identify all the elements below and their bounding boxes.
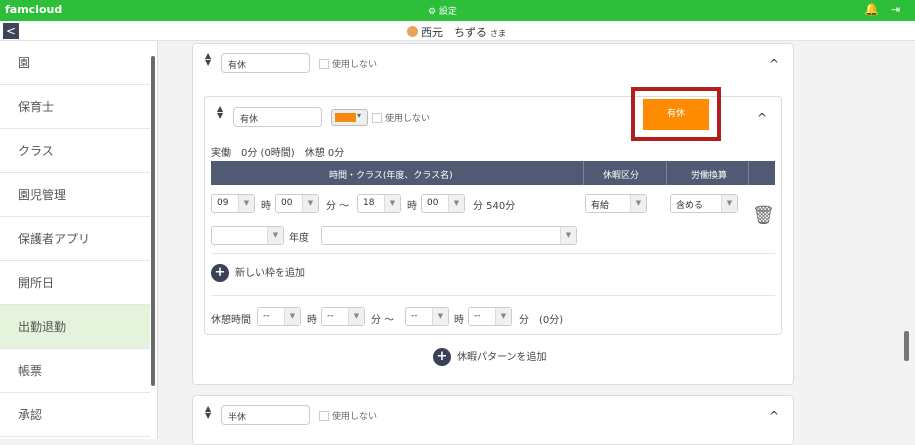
user-honorific: さま <box>490 29 506 38</box>
sidebar-item-reports[interactable]: 帳票 <box>0 349 150 393</box>
sidebar-item-en[interactable]: 園 <box>0 41 150 85</box>
add-slot-button[interactable]: + 新しい枠を追加 <box>211 264 305 282</box>
reorder-arrows-icon[interactable]: ▲ ▼ <box>205 405 211 420</box>
hour-unit: 時 <box>454 315 464 326</box>
hour-unit: 時 <box>261 201 271 212</box>
reorder-arrows-icon[interactable]: ▲ ▼ <box>217 105 223 120</box>
sidebar-item-attendance[interactable]: 出勤退勤 <box>0 305 150 349</box>
start-minute-select[interactable]: 00 ▼ <box>275 194 319 213</box>
trash-icon[interactable]: 🗑 <box>752 205 775 226</box>
pattern-row-3: ▲ ▼ 半休 使用しない ^ <box>192 395 794 445</box>
break-start-hour-select[interactable]: -- ▼ <box>257 307 301 326</box>
chevron-down-icon: ▼ <box>495 308 511 325</box>
brand-logo: famcloud <box>5 3 63 16</box>
user-name: 西元 ちずる <box>421 26 487 39</box>
class-select[interactable]: ▼ <box>321 226 577 245</box>
table-header: 時間・クラス(年度、クラス名) 休暇区分 労働換算 <box>211 161 775 185</box>
unused-checkbox[interactable]: 使用しない <box>372 111 430 124</box>
avatar <box>407 26 418 37</box>
break-total: 分 (0分) <box>519 315 564 326</box>
plus-icon: + <box>433 348 451 366</box>
chevron-down-icon: ▼ <box>348 308 364 325</box>
chevron-down-icon: ▼ <box>384 195 400 212</box>
page-scrollbar[interactable] <box>903 41 915 439</box>
sidebar-scrollbar[interactable] <box>150 44 156 429</box>
chevron-down-icon: ▼ <box>560 227 576 244</box>
sidebar-scroll-thumb[interactable] <box>151 56 155 386</box>
sidebar-item-staff[interactable]: 保育士 <box>0 85 150 129</box>
color-select[interactable]: ▾ <box>331 109 368 126</box>
chevron-up-icon[interactable]: ^ <box>769 57 779 71</box>
chevron-down-icon: ▼ <box>432 308 448 325</box>
duration-text: 分 540分 <box>473 201 516 212</box>
break-end-minute-select[interactable]: -- ▼ <box>468 307 512 326</box>
sidebar: 園 保育士 クラス 園児管理 保護者アプリ 開所日 出勤退勤 帳票 承認 <box>0 41 158 439</box>
unused-checkbox[interactable]: 使用しない <box>319 409 377 422</box>
pattern-list-panel: ▲ ▼ 有休 使用しない ^ ▲ ▼ 有休 ▾ 使用しない 有休 ^ 実働 0分 (… <box>192 43 794 385</box>
top-bar: famcloud ⚙ 設定 🔔 ⇥ <box>0 0 915 21</box>
work-summary: 実働 0分 (0時間) 休憩 0分 <box>211 148 345 159</box>
pattern-name-input[interactable]: 有休 <box>233 107 322 127</box>
sidebar-item-class[interactable]: クラス <box>0 129 150 173</box>
range-separator: 分 〜 <box>371 315 395 326</box>
end-minute-select[interactable]: 00 ▼ <box>421 194 465 213</box>
unused-checkbox[interactable]: 使用しない <box>319 57 377 70</box>
range-separator: 分 〜 <box>326 201 350 212</box>
chevron-down-icon: ▾ <box>357 111 362 120</box>
pattern-detail-card: ▲ ▼ 有休 ▾ 使用しない 有休 ^ 実働 0分 (0時間) 休憩 0分 時間・… <box>204 87 782 335</box>
sidebar-item-children[interactable]: 園児管理 <box>0 173 150 217</box>
col-time-class: 時間・クラス(年度、クラス名) <box>329 171 453 181</box>
chevron-up-icon[interactable]: ^ <box>769 409 779 423</box>
color-swatch <box>335 113 356 122</box>
break-label: 休憩時間 <box>211 315 251 326</box>
unused-label: 使用しない <box>332 60 378 70</box>
current-user: 西元 ちずる さま <box>407 24 506 40</box>
chevron-down-icon: ▼ <box>284 308 300 325</box>
col-labor-conversion: 労働換算 <box>691 171 728 181</box>
sub-header: < 西元 ちずる さま <box>0 21 915 41</box>
chevron-down-icon: ▼ <box>721 195 737 212</box>
page-scroll-thumb[interactable] <box>904 331 909 361</box>
main-content: ▲ ▼ 有休 使用しない ^ ▲ ▼ 有休 ▾ 使用しない 有休 ^ 実働 0分 (… <box>158 41 905 445</box>
hour-unit: 時 <box>307 315 317 326</box>
back-button[interactable]: < <box>3 23 19 39</box>
year-select[interactable]: ▼ <box>211 226 284 245</box>
labor-conversion-select[interactable]: 含める ▼ <box>670 194 738 213</box>
unused-label: 使用しない <box>385 114 431 124</box>
chevron-up-icon[interactable]: ^ <box>757 111 767 125</box>
chevron-down-icon: ▼ <box>302 195 318 212</box>
col-leave-type: 休暇区分 <box>603 171 640 181</box>
reorder-arrows-icon[interactable]: ▲ ▼ <box>205 52 211 67</box>
chevron-down-icon: ▼ <box>630 195 646 212</box>
logout-icon[interactable]: ⇥ <box>891 3 900 16</box>
pattern-name-input[interactable]: 半休 <box>221 405 310 425</box>
chevron-down-icon: ▼ <box>448 195 464 212</box>
unused-label: 使用しない <box>332 412 378 422</box>
end-hour-select[interactable]: 18 ▼ <box>357 194 401 213</box>
chevron-down-icon: ▼ <box>267 227 283 244</box>
start-hour-select[interactable]: 09 ▼ <box>211 194 255 213</box>
sidebar-item-open-days[interactable]: 開所日 <box>0 261 150 305</box>
break-end-hour-select[interactable]: -- ▼ <box>405 307 449 326</box>
sidebar-item-parent-app[interactable]: 保護者アプリ <box>0 217 150 261</box>
sidebar-item-approval[interactable]: 承認 <box>0 393 150 437</box>
pattern-preview-button[interactable]: 有休 <box>643 99 709 130</box>
hour-unit: 時 <box>407 201 417 212</box>
chevron-down-icon: ▼ <box>238 195 254 212</box>
year-label: 年度 <box>289 233 309 244</box>
bell-icon[interactable]: 🔔 <box>864 2 879 16</box>
break-start-minute-select[interactable]: -- ▼ <box>321 307 365 326</box>
pattern-name-input[interactable]: 有休 <box>221 53 310 73</box>
plus-icon: + <box>211 264 229 282</box>
add-pattern-button[interactable]: + 休暇パターンを追加 <box>433 348 547 366</box>
settings-link[interactable]: ⚙ 設定 <box>428 4 457 17</box>
leave-type-select[interactable]: 有給 ▼ <box>585 194 647 213</box>
